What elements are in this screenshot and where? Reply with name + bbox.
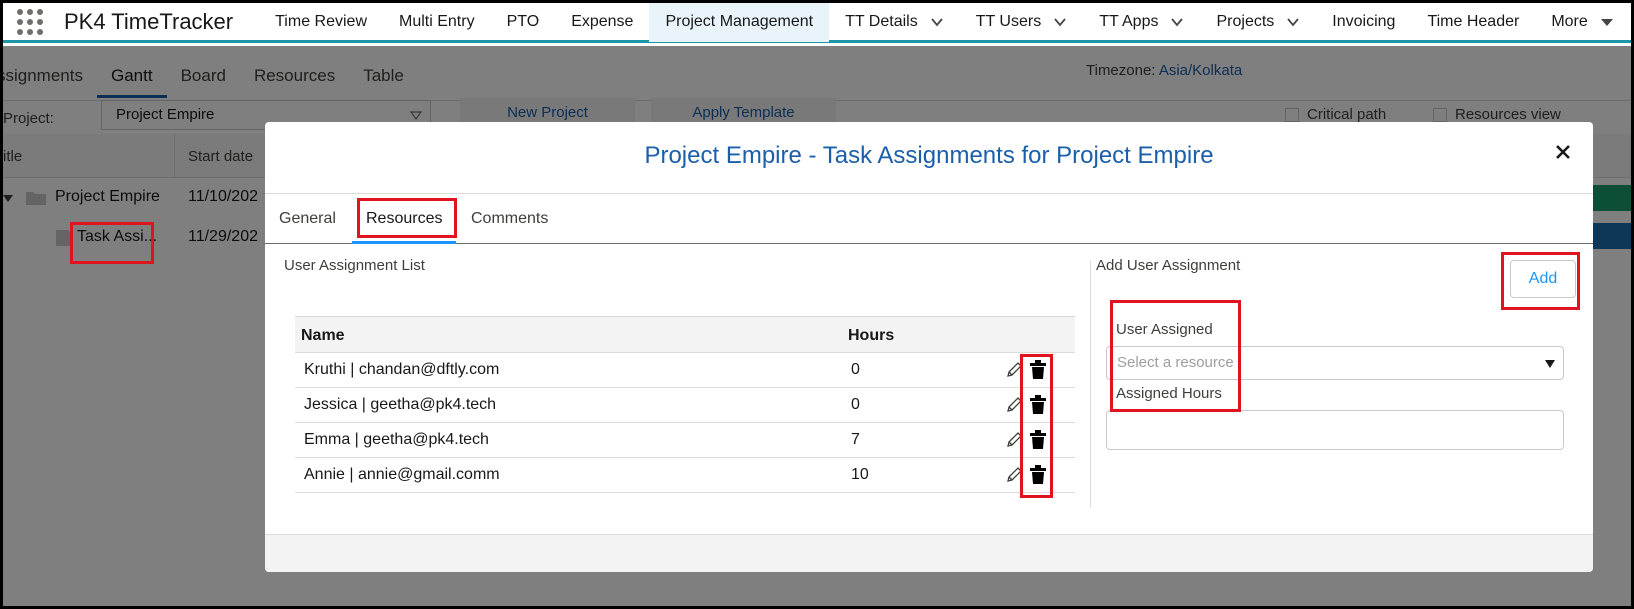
- nav-label: Expense: [571, 12, 634, 30]
- chevron-down-icon[interactable]: [1170, 15, 1184, 29]
- tab-general[interactable]: General: [279, 194, 336, 244]
- nav-time-header[interactable]: Time Header: [1411, 2, 1535, 42]
- nav-label: PTO: [506, 12, 540, 30]
- table-row: Emma | geetha@pk4.tech 7: [295, 423, 1075, 458]
- chevron-down-icon[interactable]: [1053, 15, 1067, 29]
- nav-label: TT Apps: [1099, 12, 1159, 30]
- table-row: Jessica | geetha@pk4.tech 0: [295, 388, 1075, 423]
- modal-header: Project Empire - Task Assignments for Pr…: [265, 122, 1593, 194]
- caret-down-icon[interactable]: [1600, 15, 1614, 29]
- nav-label: Time Review: [275, 12, 367, 30]
- close-icon[interactable]: [1555, 144, 1571, 160]
- chevron-down-icon[interactable]: [930, 15, 944, 29]
- annotation-box: [357, 198, 457, 238]
- app-name: PK4 TimeTracker: [64, 8, 234, 34]
- modal-footer: [265, 534, 1593, 572]
- task-assignments-modal: Project Empire - Task Assignments for Pr…: [265, 122, 1593, 572]
- table-row: Kruthi | chandan@dftly.com 0: [295, 353, 1075, 388]
- row-hours: 7: [851, 431, 860, 448]
- row-hours: 0: [851, 396, 860, 413]
- row-name: Kruthi | chandan@dftly.com: [304, 361, 500, 378]
- nav-time-review[interactable]: Time Review: [259, 2, 383, 42]
- table-row: Annie | annie@gmail.comm 10: [295, 458, 1075, 493]
- nav-invoicing[interactable]: Invoicing: [1316, 2, 1411, 42]
- nav-label: Projects: [1216, 12, 1275, 30]
- nav-tt-details[interactable]: TT Details: [829, 2, 960, 42]
- app-launcher-icon[interactable]: [16, 8, 44, 36]
- annotation-box: [1110, 300, 1241, 412]
- nav-pto[interactable]: PTO: [491, 2, 556, 42]
- row-hours: 10: [851, 466, 869, 483]
- col-hours: Hours: [848, 327, 895, 344]
- nav-expense[interactable]: Expense: [555, 2, 649, 42]
- nav-tt-apps[interactable]: TT Apps: [1083, 2, 1200, 42]
- nav-label: More: [1551, 12, 1588, 30]
- nav-label: TT Details: [845, 12, 918, 30]
- nav-project-management[interactable]: Project Management: [649, 1, 830, 42]
- assigned-hours-input[interactable]: [1106, 410, 1564, 450]
- panel-divider: [1090, 260, 1091, 508]
- row-name: Jessica | geetha@pk4.tech: [304, 396, 497, 413]
- table-header: Name Hours: [295, 317, 1075, 353]
- nav-label: Multi Entry: [399, 12, 475, 30]
- row-name: Emma | geetha@pk4.tech: [304, 431, 489, 448]
- add-user-assignment-title: Add User Assignment: [1096, 257, 1241, 274]
- top-nav: PK4 TimeTracker Time Review Multi Entry …: [3, 1, 1631, 43]
- col-name: Name: [301, 327, 345, 344]
- row-hours: 0: [851, 361, 860, 378]
- row-name: Annie | annie@gmail.comm: [304, 466, 500, 483]
- nav-label: TT Users: [975, 12, 1042, 30]
- nav-more[interactable]: More: [1535, 2, 1629, 42]
- caret-down-icon: [1545, 360, 1555, 368]
- nav-label: Project Management: [665, 12, 814, 30]
- nav-tt-users[interactable]: TT Users: [960, 2, 1083, 42]
- nav-multi-entry[interactable]: Multi Entry: [383, 2, 491, 42]
- nav-projects[interactable]: Projects: [1200, 2, 1316, 42]
- nav-label: Time Header: [1427, 12, 1520, 30]
- modal-title: Project Empire - Task Assignments for Pr…: [644, 142, 1214, 169]
- close-button[interactable]: [1549, 138, 1577, 166]
- modal-tabs: General Resources Comments: [265, 194, 1593, 244]
- annotation-box: [1020, 354, 1053, 498]
- user-assignment-list-title: User Assignment List: [284, 257, 425, 274]
- annotation-box: [1501, 252, 1580, 310]
- chevron-down-icon[interactable]: [1286, 15, 1300, 29]
- user-assignment-table: Name Hours Kruthi | chandan@dftly.com 0 …: [295, 316, 1075, 493]
- nav-label: Invoicing: [1332, 12, 1396, 30]
- annotation-box: [70, 222, 154, 264]
- tab-comments[interactable]: Comments: [471, 194, 548, 244]
